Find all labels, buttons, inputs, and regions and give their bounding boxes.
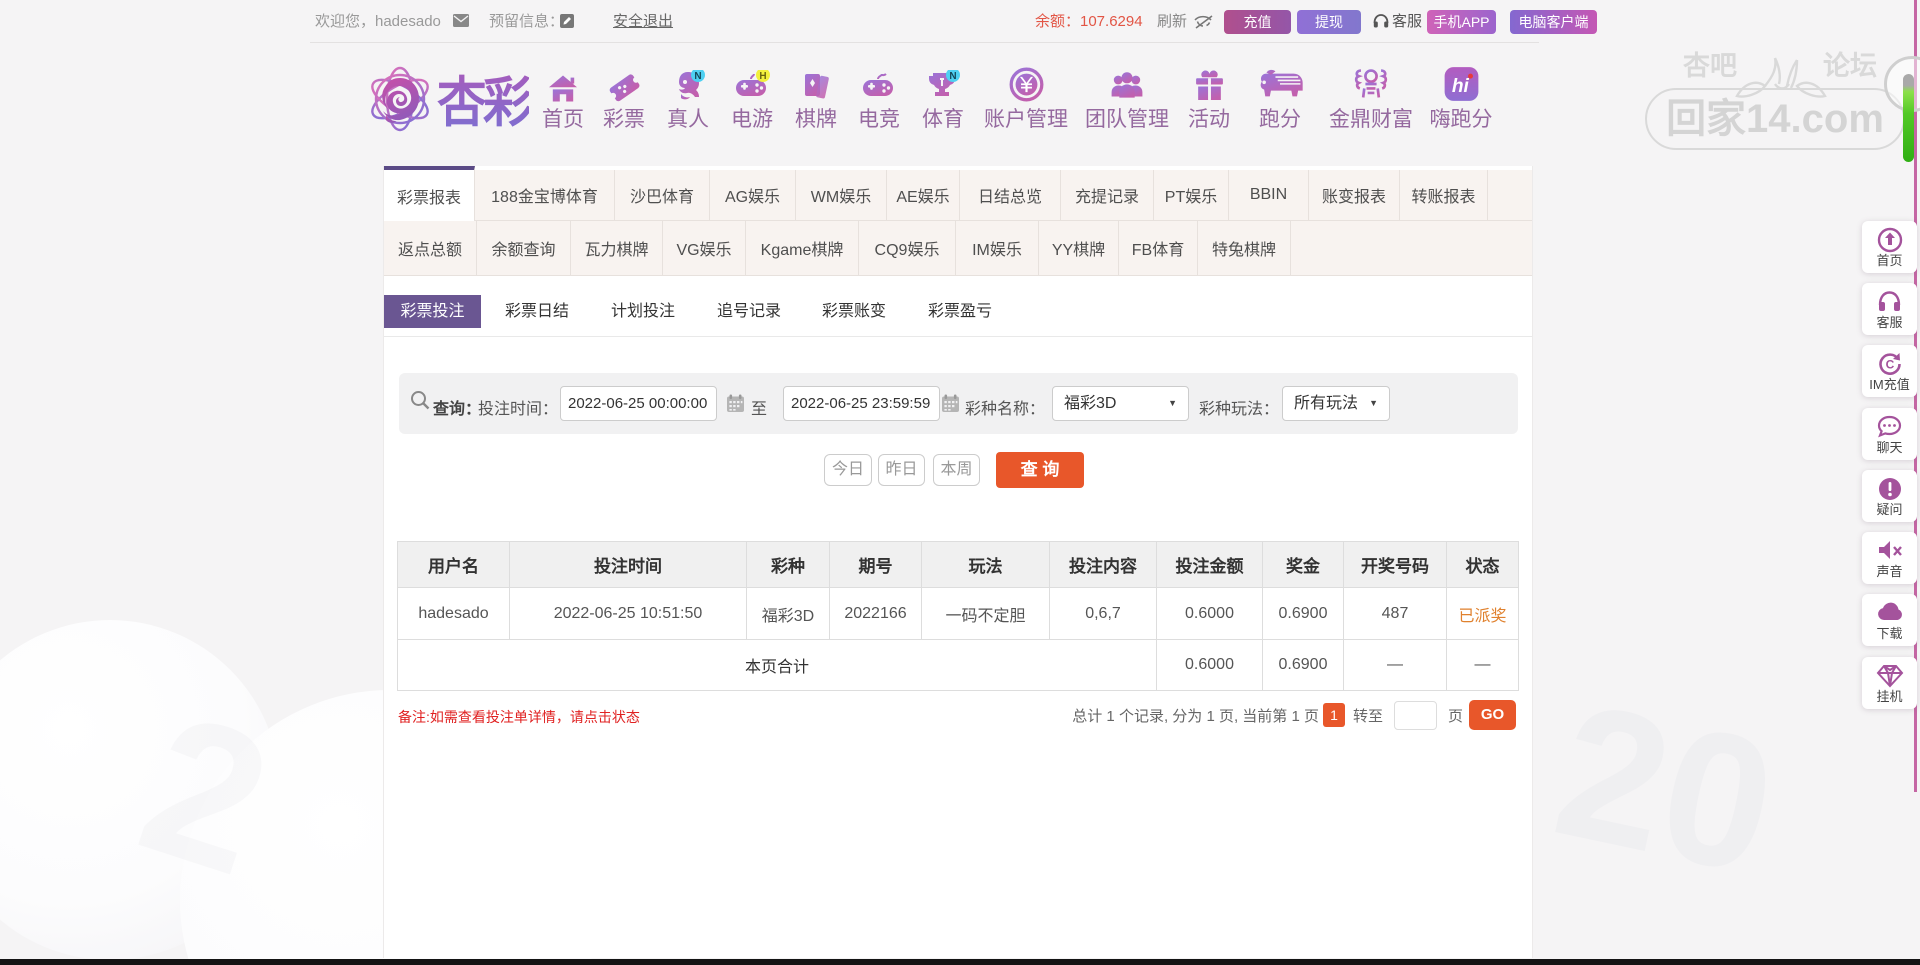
svg-text:H: H bbox=[759, 71, 766, 82]
svg-text:N: N bbox=[694, 71, 701, 82]
svg-text:N: N bbox=[949, 71, 956, 82]
svg-text:hi: hi bbox=[1451, 76, 1469, 97]
svg-text:C: C bbox=[1885, 358, 1894, 372]
